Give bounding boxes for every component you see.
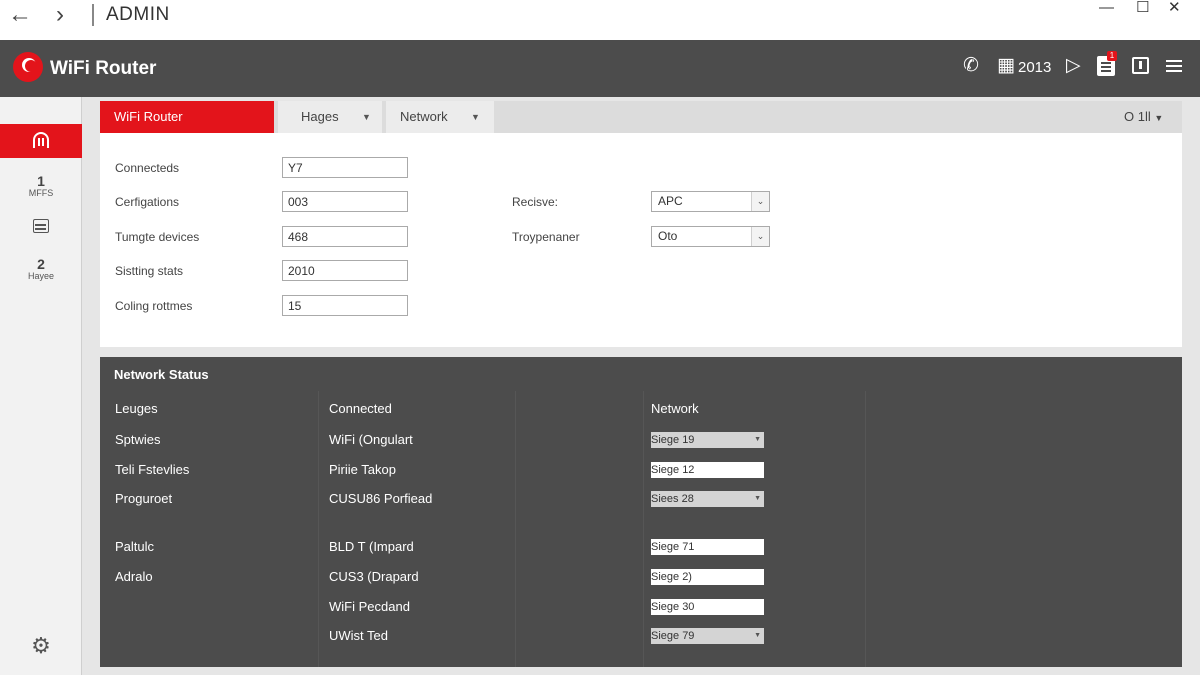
section-title: Network Status xyxy=(114,367,209,382)
network-select[interactable]: Siege 79 ▼ xyxy=(651,628,764,644)
phone-icon[interactable]: ✆ xyxy=(963,55,979,77)
titlebar-divider xyxy=(92,4,94,26)
tab-wifi-router[interactable]: WiFi Router xyxy=(100,101,274,133)
network-field[interactable]: Siege 71 xyxy=(651,539,764,555)
sidebar-item-number: 2 xyxy=(37,256,45,272)
sidebar-item-grid[interactable] xyxy=(0,219,82,239)
sidebar: 1 MFFS 2 Hayee ⚙ xyxy=(0,97,82,675)
window-titlebar: ← › ADMIN — ☐ ✕ xyxy=(0,0,1200,40)
network-field[interactable]: Siege 30 xyxy=(651,599,764,615)
devices-input[interactable] xyxy=(282,226,408,247)
field-label: Cerfigations xyxy=(115,195,180,209)
network-value: Siege 30 xyxy=(651,601,695,613)
table-cell: Paltulc xyxy=(115,539,155,554)
field-label: Tumgte devices xyxy=(115,230,200,244)
chevron-down-icon: ▼ xyxy=(754,436,761,443)
network-value: Siees 28 xyxy=(651,493,694,505)
hamburger-menu-icon[interactable] xyxy=(1166,60,1182,62)
document-icon[interactable]: ▦ xyxy=(997,55,1015,77)
connecteds-input[interactable] xyxy=(282,157,408,178)
network-select[interactable]: Siees 28 ▼ xyxy=(651,491,764,507)
status-dropdown-label: O 1ll xyxy=(1124,109,1151,124)
table-cell: WiFi (Ongulart xyxy=(329,432,413,447)
routines-input[interactable] xyxy=(282,295,408,316)
select-label: Recisve: xyxy=(512,195,559,209)
sidebar-item-mffs[interactable]: 1 MFFS xyxy=(0,174,82,199)
minimize-button[interactable]: — xyxy=(1099,0,1114,16)
network-value: Siege 2) xyxy=(651,571,692,583)
column-divider xyxy=(643,391,644,667)
column-divider xyxy=(318,391,319,667)
chevron-down-icon: ▼ xyxy=(754,632,761,639)
column-divider xyxy=(865,391,866,667)
stats-input[interactable] xyxy=(282,260,408,281)
tab-network[interactable]: Network ▼ xyxy=(386,101,494,133)
sidebar-item-router[interactable] xyxy=(0,124,82,158)
field-label: Sistting stats xyxy=(115,264,184,278)
chevron-down-icon: ⌄ xyxy=(751,192,769,211)
network-field[interactable]: Siege 12 xyxy=(651,462,764,478)
chevron-down-icon: ⌄ xyxy=(751,227,769,246)
close-button[interactable]: ✕ xyxy=(1168,0,1181,16)
column-divider xyxy=(515,391,516,667)
field-label: Connecteds xyxy=(115,161,180,175)
column-header: Network xyxy=(651,401,699,416)
tab-hages[interactable]: Hages ▼ xyxy=(278,101,382,133)
network-value: Siege 12 xyxy=(651,464,695,476)
table-cell: BLD T (Impard xyxy=(329,539,414,554)
tab-label: Hages xyxy=(301,109,339,124)
configurations-input[interactable] xyxy=(282,191,408,212)
chevron-down-icon: ▼ xyxy=(362,112,371,122)
network-value: Siege 19 xyxy=(651,434,695,446)
message-icon[interactable] xyxy=(1132,57,1149,74)
play-icon[interactable]: ▷ xyxy=(1066,55,1081,77)
network-field[interactable]: Siege 2) xyxy=(651,569,764,585)
sidebar-item-caption: Hayee xyxy=(27,271,54,281)
sidebar-item-hayee[interactable]: 2 Hayee xyxy=(0,257,82,282)
column-header: Leuges xyxy=(115,401,158,416)
notification-badge: 1 xyxy=(1107,51,1117,61)
field-label: Coling rottmes xyxy=(115,299,193,313)
select-value: Oto xyxy=(658,229,678,243)
table-cell: CUS3 (Drapard xyxy=(329,569,419,584)
brand-name: WiFi Router xyxy=(50,58,157,79)
notifications-icon[interactable]: 1 xyxy=(1097,51,1117,76)
table-cell: UWist Ted xyxy=(329,628,388,643)
table-cell: Proguroet xyxy=(115,491,173,506)
tab-bar: WiFi Router Hages ▼ Network ▼ O 1ll ▼ xyxy=(100,101,1182,133)
window-title: ADMIN xyxy=(106,4,170,25)
arrow-right-icon[interactable]: › xyxy=(56,3,64,27)
maximize-button[interactable]: ☐ xyxy=(1136,0,1149,16)
sidebar-item-caption: MFFS xyxy=(28,188,54,198)
table-cell: Adralo xyxy=(115,569,153,584)
network-status-panel: Network Status Leuges Connected Network … xyxy=(100,357,1182,667)
app-header: WiFi Router ✆ ▦ 2013 ▷ 1 xyxy=(0,40,1200,97)
table-cell: Teli Fstevlies xyxy=(115,462,190,477)
header-year: 2013 xyxy=(1018,59,1052,76)
column-header: Connected xyxy=(329,401,392,416)
receive-select[interactable]: APC ⌄ xyxy=(651,191,770,212)
grid-icon xyxy=(33,219,49,233)
chevron-down-icon: ▼ xyxy=(471,112,480,122)
wifi-router-icon xyxy=(33,132,49,148)
table-cell: WiFi Pecdand xyxy=(329,599,410,614)
network-value: Siege 79 xyxy=(651,630,695,642)
table-cell: Sptwies xyxy=(115,432,161,447)
table-cell: CUSU86 Porfiead xyxy=(329,491,433,506)
select-value: APC xyxy=(658,194,683,208)
network-select[interactable]: Siege 19 ▼ xyxy=(651,432,764,448)
settings-gear-icon[interactable]: ⚙ xyxy=(0,635,82,657)
brand-logo-icon xyxy=(13,52,43,82)
settings-form-panel: Connecteds Cerfigations Tumgte devices S… xyxy=(100,133,1182,347)
select-label: Troypenaner xyxy=(512,230,580,244)
tab-label: Network xyxy=(400,109,448,124)
sidebar-item-number: 1 xyxy=(37,173,45,189)
table-cell: Piriie Takop xyxy=(329,462,396,477)
network-value: Siege 71 xyxy=(651,541,695,553)
arrow-left-icon[interactable]: ← xyxy=(8,3,32,27)
chevron-down-icon: ▼ xyxy=(754,495,761,502)
tab-bar-status-dropdown[interactable]: O 1ll ▼ xyxy=(1124,101,1163,134)
troypenaner-select[interactable]: Oto ⌄ xyxy=(651,226,770,247)
chevron-down-icon: ▼ xyxy=(1154,113,1164,123)
